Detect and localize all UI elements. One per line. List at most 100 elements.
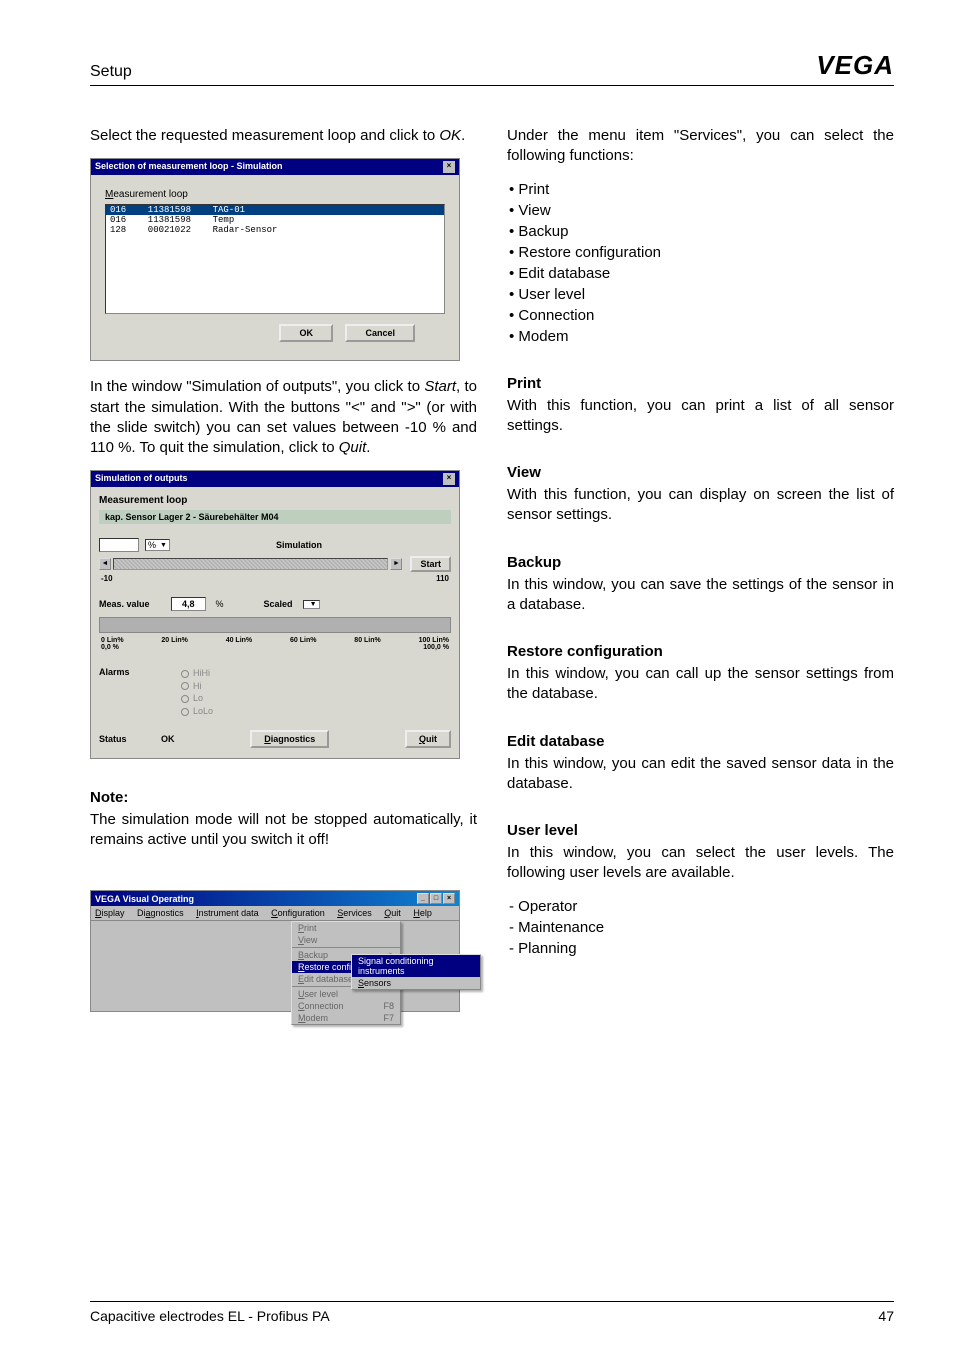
menu-item-sensors[interactable]: Sensors: [352, 977, 480, 989]
page-title: Setup: [90, 63, 132, 81]
alarm-list: HiHi Hi Lo LoLo: [181, 667, 213, 717]
list-item: Operator: [509, 896, 894, 917]
list-item: Maintenance: [509, 917, 894, 938]
dialog-titlebar: Simulation of outputs ×: [91, 471, 459, 487]
radio-icon: [181, 708, 189, 716]
radio-icon: [181, 670, 189, 678]
list-item: Restore configuration: [509, 242, 894, 263]
window-title: VEGA Visual Operating: [95, 894, 194, 904]
note-heading: Note:: [90, 789, 477, 806]
para-simulation-instructions: In the window "Simulation of outputs", y…: [90, 377, 477, 458]
list-item: Modem: [509, 326, 894, 347]
print-body: With this function, you can print a list…: [507, 396, 894, 437]
chevron-down-icon: ▼: [160, 542, 167, 549]
user-level-heading: User level: [507, 822, 894, 839]
menu-item-view[interactable]: View: [292, 934, 400, 946]
bar-ticks: 0 Lin% 0,0 % 20 Lin% 40 Lin% 60 Lin% 80 …: [99, 635, 451, 659]
dialog-title: Simulation of outputs: [95, 473, 188, 485]
menubar[interactable]: Display Diagnostics Instrument data Conf…: [91, 906, 459, 921]
user-level-body: In this window, you can select the user …: [507, 843, 894, 884]
menu-services[interactable]: Services: [337, 908, 372, 918]
dialog-titlebar: Selection of measurement loop - Simulati…: [91, 159, 459, 175]
start-button[interactable]: Start: [410, 556, 451, 572]
maximize-icon[interactable]: □: [430, 893, 442, 904]
ok-button[interactable]: OK: [279, 324, 333, 342]
menu-instrument-data[interactable]: Instrument data: [196, 908, 259, 918]
measurement-loop-label: Measurement loop: [99, 495, 451, 506]
left-column: Select the requested measurement loop an…: [90, 126, 477, 1028]
backup-body: In this window, you can save the setting…: [507, 575, 894, 616]
menu-diagnostics[interactable]: Diagnostics: [137, 908, 184, 918]
list-item[interactable]: 016 11381598 Temp: [106, 215, 444, 225]
close-icon[interactable]: ×: [443, 893, 455, 904]
backup-heading: Backup: [507, 554, 894, 571]
restore-body: In this window, you can call up the sens…: [507, 664, 894, 705]
meas-unit: %: [216, 599, 224, 609]
footer-right: 47: [878, 1308, 894, 1324]
restore-heading: Restore configuration: [507, 643, 894, 660]
radio-icon: [181, 682, 189, 690]
radio-icon: [181, 695, 189, 703]
range-min: -10: [101, 574, 113, 583]
value-input[interactable]: [99, 538, 139, 552]
menu-help[interactable]: Help: [413, 908, 432, 918]
close-icon[interactable]: ×: [443, 473, 455, 485]
simulation-label: Simulation: [276, 540, 322, 550]
restore-submenu: Signal conditioning instruments Sensors: [351, 954, 481, 990]
menu-item-print[interactable]: Print: [292, 922, 400, 934]
menu-display[interactable]: Display: [95, 908, 125, 918]
note-block: Note: The simulation mode will not be st…: [90, 789, 477, 851]
range-max: 110: [436, 574, 449, 583]
alarms-label: Alarms: [99, 667, 161, 717]
screenshot-simulation-outputs: Simulation of outputs × Measurement loop…: [90, 470, 460, 758]
cancel-button[interactable]: Cancel: [345, 324, 415, 342]
scaled-select[interactable]: ▼: [303, 600, 320, 609]
footer-left: Capacitive electrodes EL - Profibus PA: [90, 1308, 330, 1324]
list-item: Print: [509, 179, 894, 200]
value-bar: [99, 617, 451, 633]
unit-select[interactable]: %▼: [145, 539, 170, 551]
meas-value-label: Meas. value: [99, 599, 161, 609]
decrease-button[interactable]: ◄: [99, 558, 111, 570]
meas-value: 4,8: [171, 597, 206, 611]
services-intro: Under the menu item "Services", you can …: [507, 126, 894, 167]
view-heading: View: [507, 464, 894, 481]
dialog-title: Selection of measurement loop - Simulati…: [95, 161, 283, 173]
view-body: With this function, you can display on s…: [507, 485, 894, 526]
menu-item-modem[interactable]: ModemF7: [292, 1012, 400, 1024]
close-icon[interactable]: ×: [443, 161, 455, 173]
loop-value: kap. Sensor Lager 2 - Säurebehälter M04: [99, 510, 451, 524]
logo: VEGA: [816, 50, 894, 81]
edit-db-heading: Edit database: [507, 733, 894, 750]
page-header: Setup VEGA: [90, 50, 894, 86]
measurement-loop-label: Measurement loop: [105, 189, 445, 200]
menu-configuration[interactable]: Configuration: [271, 908, 325, 918]
list-item[interactable]: 128 00021022 Radar-Sensor: [106, 225, 444, 235]
value-slider[interactable]: [113, 558, 388, 570]
list-item: Planning: [509, 938, 894, 959]
edit-db-body: In this window, you can edit the saved s…: [507, 754, 894, 795]
list-item[interactable]: 016 11381598 TAG-01: [106, 205, 444, 215]
menu-item-signal-conditioning[interactable]: Signal conditioning instruments: [352, 955, 480, 977]
list-item: Backup: [509, 221, 894, 242]
user-levels-list: Operator Maintenance Planning: [509, 896, 894, 959]
functions-list: Print View Backup Restore configuration …: [509, 179, 894, 347]
menu-item-connection[interactable]: ConnectionF8: [292, 1000, 400, 1012]
screenshot-selection-dialog: Selection of measurement loop - Simulati…: [90, 158, 460, 361]
list-item: Edit database: [509, 263, 894, 284]
quit-button[interactable]: Quit: [405, 730, 451, 748]
status-label: Status: [99, 734, 161, 744]
para-select-loop: Select the requested measurement loop an…: [90, 126, 477, 146]
minimize-icon[interactable]: _: [417, 893, 429, 904]
page-footer: Capacitive electrodes EL - Profibus PA 4…: [90, 1301, 894, 1324]
menu-quit[interactable]: Quit: [384, 908, 401, 918]
list-item: Connection: [509, 305, 894, 326]
increase-button[interactable]: ►: [390, 558, 402, 570]
chevron-down-icon: ▼: [310, 601, 317, 608]
list-item: User level: [509, 284, 894, 305]
list-item: View: [509, 200, 894, 221]
diagnostics-button[interactable]: Diagnostics: [250, 730, 329, 748]
loop-listbox[interactable]: 016 11381598 TAG-01 016 11381598 Temp 12…: [105, 204, 445, 314]
print-heading: Print: [507, 375, 894, 392]
right-column: Under the menu item "Services", you can …: [507, 126, 894, 1028]
